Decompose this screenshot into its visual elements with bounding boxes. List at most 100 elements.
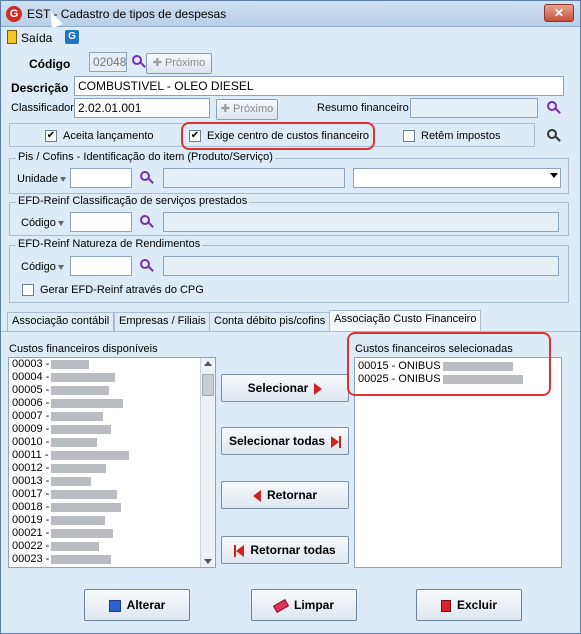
available-item[interactable]: 00021 -: [9, 527, 215, 540]
available-items: 00003 -00004 -00005 -00006 -00007 -00009…: [9, 358, 215, 567]
unidade-search-icon[interactable]: [140, 171, 154, 185]
available-item[interactable]: 00012 -: [9, 462, 215, 475]
alterar-button[interactable]: Alterar: [84, 589, 190, 621]
available-item[interactable]: 00011 -: [9, 449, 215, 462]
available-list-title: Custos financeiros disponíveis: [9, 343, 158, 355]
excluir-button[interactable]: Excluir: [416, 589, 522, 621]
redacted-text: [51, 489, 118, 499]
efd-rendimentos-description-field[interactable]: [163, 256, 559, 276]
tab-conta-debito[interactable]: Conta débito pis/cofins: [209, 312, 331, 331]
redacted-text: [51, 528, 114, 538]
available-item[interactable]: 00036 -: [9, 566, 215, 567]
codigo-field[interactable]: 02048: [89, 52, 127, 72]
unidade-description-field[interactable]: [163, 168, 345, 188]
available-item[interactable]: 00023 -: [9, 553, 215, 566]
available-item[interactable]: 00004 -: [9, 371, 215, 384]
redacted-text: [51, 554, 112, 564]
unidade-input[interactable]: [70, 168, 132, 188]
available-item[interactable]: 00022 -: [9, 540, 215, 553]
selecionar-label: Selecionar: [247, 381, 309, 395]
resumo-financeiro-field[interactable]: [410, 98, 538, 118]
available-item[interactable]: 00009 -: [9, 423, 215, 436]
selecionar-button[interactable]: Selecionar: [221, 374, 349, 402]
retornar-button[interactable]: Retornar: [221, 481, 349, 509]
available-item[interactable]: 00018 -: [9, 501, 215, 514]
classificador-label: Classificador: [11, 102, 74, 114]
efd-rendimentos-search-icon[interactable]: [140, 259, 154, 273]
tab-empresas-filiais[interactable]: Empresas / Filiais: [114, 312, 211, 331]
available-item-code: 00023 -: [12, 553, 50, 565]
codigo-proximo-button[interactable]: ✚ Próximo: [146, 53, 212, 74]
limpar-button[interactable]: Limpar: [251, 589, 357, 621]
redacted-text: [51, 437, 98, 447]
app-logo-icon: G: [6, 6, 22, 22]
retornar-todas-button[interactable]: Retornar todas: [221, 536, 349, 564]
selecionar-todas-button[interactable]: Selecionar todas: [221, 427, 349, 455]
efd-servicos-codigo-input[interactable]: [70, 212, 132, 232]
redacted-text: [51, 411, 104, 421]
efd-servicos-description-field[interactable]: [163, 212, 559, 232]
efd-servicos-search-icon[interactable]: [140, 215, 154, 229]
arrow-left-icon: [252, 489, 261, 502]
redacted-text: [51, 476, 92, 486]
redacted-text: [51, 385, 110, 395]
g-app-icon[interactable]: G: [65, 30, 79, 44]
resumo-search-icon[interactable]: [547, 101, 561, 115]
gerar-efd-checkbox[interactable]: [22, 284, 34, 296]
available-item[interactable]: 00003 -: [9, 358, 215, 371]
available-item[interactable]: 00017 -: [9, 488, 215, 501]
efd-rendimentos-codigo-input[interactable]: [70, 256, 132, 276]
aceita-lancamento-checkbox[interactable]: ✔: [45, 130, 57, 142]
selecionar-todas-label: Selecionar todas: [228, 434, 326, 448]
exige-highlight: [181, 122, 375, 150]
redacted-text: [51, 372, 116, 382]
footer: Alterar Limpar Excluir: [1, 571, 580, 633]
available-item[interactable]: 00019 -: [9, 514, 215, 527]
pis-cofins-select[interactable]: [353, 168, 561, 188]
available-item-code: 00018 -: [12, 501, 50, 513]
available-item-code: 00005 -: [12, 384, 50, 396]
tab-associacao-contabil[interactable]: Associação contábil: [7, 312, 115, 331]
redacted-text: [51, 502, 122, 512]
available-item-code: 00021 -: [12, 527, 50, 539]
retem-impostos-checkbox[interactable]: [403, 130, 415, 142]
tab-panel: Custos financeiros disponíveis 00003 -00…: [1, 331, 580, 571]
exit-door-icon[interactable]: [7, 30, 17, 44]
zoom-icon[interactable]: [547, 129, 561, 143]
classificador-input[interactable]: 2.02.01.001: [74, 98, 210, 118]
codigo-search-icon[interactable]: [132, 55, 146, 69]
redacted-text: [51, 541, 100, 551]
available-list[interactable]: 00003 -00004 -00005 -00006 -00007 -00009…: [8, 357, 216, 568]
classificador-proximo-button[interactable]: ✚ Próximo: [216, 99, 278, 120]
available-item[interactable]: 00005 -: [9, 384, 215, 397]
exit-menu-item[interactable]: Saída: [21, 31, 52, 45]
close-button[interactable]: ✕: [544, 4, 574, 22]
available-item[interactable]: 00010 -: [9, 436, 215, 449]
available-item[interactable]: 00006 -: [9, 397, 215, 410]
limpar-label: Limpar: [293, 598, 334, 612]
redacted-text: [50, 450, 129, 460]
available-item-code: 00019 -: [12, 514, 50, 526]
available-item-code: 00007 -: [12, 410, 50, 422]
arrow-right-icon: [314, 382, 323, 395]
window: G EST - Cadastro de tipos de despesas ✕ …: [0, 0, 581, 634]
classificador-proximo-label: Próximo: [232, 103, 274, 115]
retornar-label: Retornar: [266, 488, 317, 502]
available-item-code: 00013 -: [12, 475, 50, 487]
menu-bar: Saída G: [1, 27, 580, 47]
available-item[interactable]: 00013 -: [9, 475, 215, 488]
retornar-todas-label: Retornar todas: [250, 543, 336, 557]
scroll-up-icon[interactable]: [204, 361, 212, 366]
redacted-text: [51, 463, 107, 473]
scroll-down-icon[interactable]: [204, 559, 212, 564]
resumo-financeiro-label: Resumo financeiro: [317, 102, 409, 114]
tab-associacao-custo-financeiro[interactable]: Associação Custo Financeiro: [329, 310, 482, 332]
efd-servicos-arrow-icon: [57, 220, 64, 226]
descricao-input[interactable]: COMBUSTIVEL - OLEO DIESEL: [74, 76, 564, 96]
available-item-code: 00003 -: [12, 358, 50, 370]
available-item-code: 00017 -: [12, 488, 50, 500]
available-scrollbar[interactable]: [200, 358, 215, 567]
scroll-thumb[interactable]: [202, 374, 214, 396]
excluir-label: Excluir: [456, 598, 498, 612]
available-item[interactable]: 00007 -: [9, 410, 215, 423]
